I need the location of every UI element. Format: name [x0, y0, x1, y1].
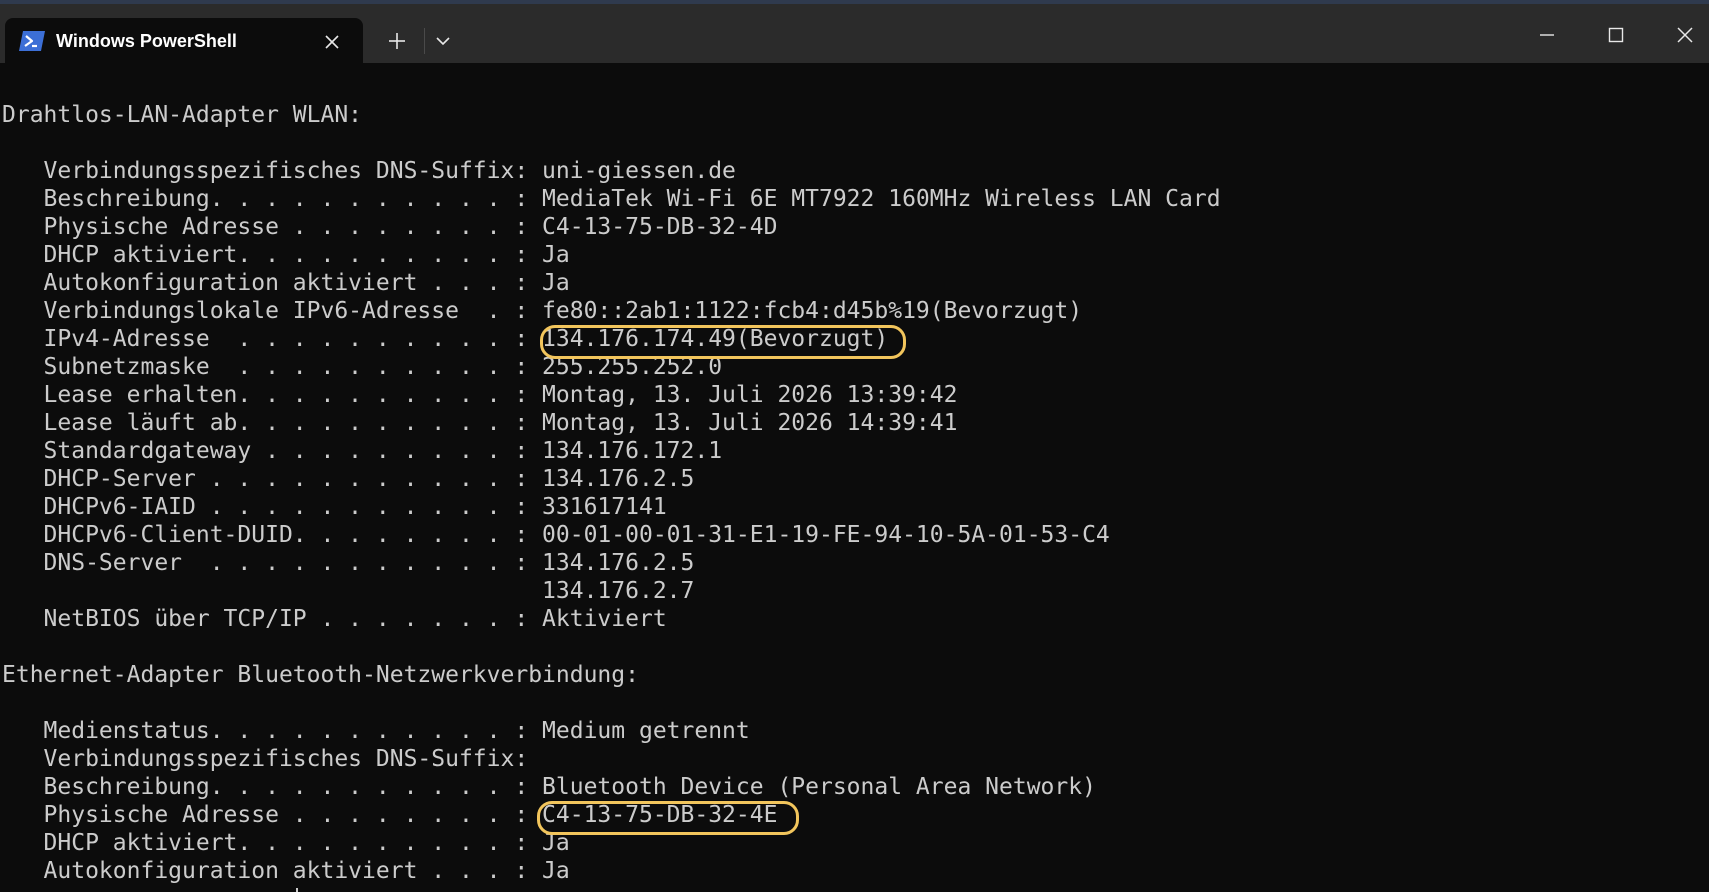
header-wlan-adapter: Drahtlos-LAN-Adapter WLAN:: [2, 102, 363, 128]
line-description: Beschreibung. . . . . . . . . . . : Medi…: [2, 186, 1221, 212]
line-dns-suffix: Verbindungsspezifisches DNS-Suffix: uni-…: [2, 158, 736, 184]
minimize-icon[interactable]: [1536, 24, 1558, 46]
line-dns-server-secondary: 134.176.2.7: [2, 578, 695, 604]
header-bluetooth-adapter: Ethernet-Adapter Bluetooth-Netzwerkverbi…: [2, 662, 639, 688]
line-dns-suffix: Verbindungsspezifisches DNS-Suffix:: [2, 746, 529, 772]
tab-separator: [424, 28, 425, 54]
line-lease-obtained: Lease erhalten. . . . . . . . . . : Mont…: [2, 382, 958, 408]
line-dhcpv6-client-duid: DHCPv6-Client-DUID. . . . . . . . : 00-0…: [2, 522, 1110, 548]
close-icon[interactable]: [1674, 24, 1696, 46]
line-dhcp-enabled: DHCP aktiviert. . . . . . . . . . : Ja: [2, 830, 570, 856]
line-media-status: Medienstatus. . . . . . . . . . . : Medi…: [2, 718, 750, 744]
text-cursor: [296, 888, 298, 892]
tab-title: Windows PowerShell: [56, 31, 237, 51]
line-dhcp-server: DHCP-Server . . . . . . . . . . . : 134.…: [2, 466, 695, 492]
line-autoconfiguration: Autokonfiguration aktiviert . . . : Ja: [2, 270, 570, 296]
line-default-gateway: Standardgateway . . . . . . . . . : 134.…: [2, 438, 723, 464]
plus-icon[interactable]: [384, 28, 410, 54]
line-dns-server: DNS-Server . . . . . . . . . . . : 134.1…: [2, 550, 695, 576]
line-physical-address: Physische Adresse . . . . . . . . : C4-1…: [2, 802, 778, 828]
title-bar[interactable]: Windows PowerShell: [0, 4, 1709, 67]
line-physical-address: Physische Adresse . . . . . . . . : C4-1…: [2, 214, 778, 240]
line-netbios: NetBIOS über TCP/IP . . . . . . . : Akti…: [2, 606, 667, 632]
line-description: Beschreibung. . . . . . . . . . . : Blue…: [2, 774, 1096, 800]
close-icon[interactable]: [321, 31, 343, 53]
powershell-window: Windows PowerShell Drahtlos-LAN-Adapter …: [0, 0, 1709, 892]
tab-windows-powershell[interactable]: Windows PowerShell: [5, 18, 363, 67]
line-dhcpv6-iaid: DHCPv6-IAID . . . . . . . . . . . : 3316…: [2, 494, 667, 520]
chevron-down-icon[interactable]: [432, 30, 454, 52]
maximize-icon[interactable]: [1605, 24, 1627, 46]
line-autoconfiguration: Autokonfiguration aktiviert . . . : Ja: [2, 858, 570, 884]
line-ipv4-address: IPv4-Adresse . . . . . . . . . . : 134.1…: [2, 326, 889, 352]
line-link-local-ipv6: Verbindungslokale IPv6-Adresse . : fe80:…: [2, 298, 1083, 324]
line-dhcp-enabled: DHCP aktiviert. . . . . . . . . . : Ja: [2, 242, 570, 268]
terminal-output[interactable]: Drahtlos-LAN-Adapter WLAN: Verbindungssp…: [0, 63, 1709, 892]
line-lease-expires: Lease läuft ab. . . . . . . . . . : Mont…: [2, 410, 958, 436]
powershell-icon: [19, 30, 45, 52]
line-subnet-mask: Subnetzmaske . . . . . . . . . . : 255.2…: [2, 354, 723, 380]
